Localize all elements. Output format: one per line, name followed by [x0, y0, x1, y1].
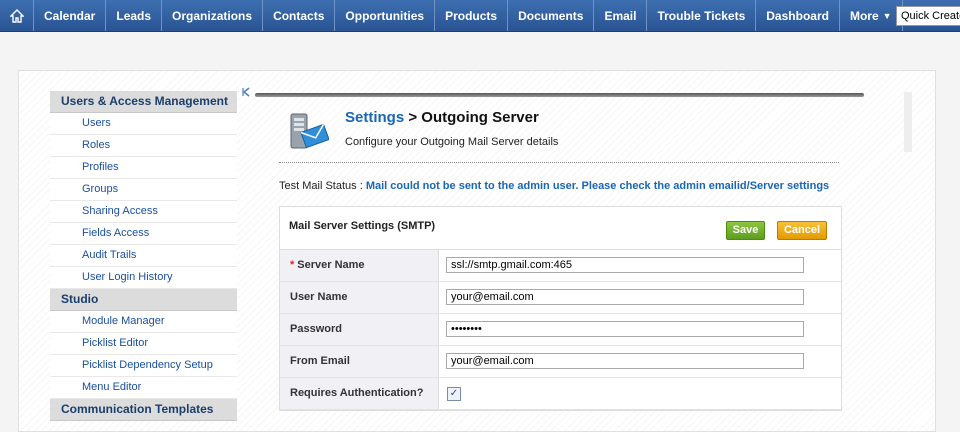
sidebar-heading-users-access[interactable]: Users & Access Management — [50, 91, 237, 113]
sidebar-heading-communication-templates[interactable]: Communication Templates — [50, 399, 237, 421]
save-button[interactable]: Save — [726, 221, 765, 240]
form-heading: Mail Server Settings (SMTP) — [289, 220, 436, 232]
server-name-input[interactable] — [446, 257, 804, 273]
user-name-input[interactable] — [446, 289, 804, 305]
divider — [279, 162, 839, 163]
server-name-row: * Server Name — [280, 250, 841, 282]
nav-documents[interactable]: Documents — [508, 0, 595, 31]
requires-auth-label: Requires Authentication? — [280, 378, 439, 409]
sidebar-item-picklist-editor[interactable]: Picklist Editor — [50, 333, 237, 355]
nav-contacts[interactable]: Contacts — [263, 0, 336, 31]
from-email-input[interactable] — [446, 353, 804, 369]
quick-create-select[interactable]: Quick Create — [896, 6, 960, 26]
from-email-row: From Email — [280, 346, 841, 378]
breadcrumb-separator: > — [404, 109, 422, 126]
nav-leads[interactable]: Leads — [106, 0, 163, 31]
nav-opportunities[interactable]: Opportunities — [335, 0, 436, 31]
server-name-label: * Server Name — [280, 250, 439, 281]
top-nav-bar: Calendar Leads Organizations Contacts Op… — [0, 0, 960, 32]
nav-dashboard[interactable]: Dashboard — [756, 0, 840, 31]
home-button[interactable] — [0, 0, 34, 31]
password-input[interactable] — [446, 321, 804, 337]
requires-auth-checkbox[interactable]: ✓ — [447, 387, 461, 401]
sidebar-item-roles[interactable]: Roles — [50, 135, 237, 157]
sidebar-item-profiles[interactable]: Profiles — [50, 157, 237, 179]
nav-more[interactable]: More ▼ — [840, 0, 903, 31]
test-mail-status: Test Mail Status : Mail could not be sen… — [279, 180, 839, 193]
page-subtitle: Configure your Outgoing Mail Server deta… — [345, 136, 559, 148]
content-top-border — [255, 93, 864, 97]
nav-products[interactable]: Products — [435, 0, 509, 31]
sidebar-item-picklist-dependency[interactable]: Picklist Dependency Setup — [50, 355, 237, 377]
settings-sidebar: Users & Access Management Users Roles Pr… — [50, 91, 237, 421]
password-label: Password — [280, 314, 439, 345]
breadcrumb-current: Outgoing Server — [421, 109, 539, 126]
sidebar-item-users[interactable]: Users — [50, 113, 237, 135]
scrollbar[interactable] — [904, 92, 912, 152]
sidebar-heading-studio[interactable]: Studio — [50, 289, 237, 311]
status-label: Test Mail Status : — [279, 180, 366, 192]
requires-auth-row: Requires Authentication? ✓ — [280, 378, 841, 410]
required-marker: * — [290, 259, 295, 271]
sidebar-item-module-manager[interactable]: Module Manager — [50, 311, 237, 333]
user-name-row: User Name — [280, 282, 841, 314]
sidebar-item-fields-access[interactable]: Fields Access — [50, 223, 237, 245]
sidebar-item-sharing-access[interactable]: Sharing Access — [50, 201, 237, 223]
nav-email[interactable]: Email — [594, 0, 648, 31]
mail-server-settings-form: Mail Server Settings (SMTP) Save Cancel … — [279, 206, 842, 411]
from-email-label: From Email — [280, 346, 439, 377]
sidebar-item-menu-editor[interactable]: Menu Editor — [50, 377, 237, 399]
nav-more-label: More — [849, 8, 879, 23]
home-icon — [9, 8, 24, 23]
server-name-label-text: Server Name — [297, 259, 365, 271]
chevron-down-icon: ▼ — [882, 10, 892, 21]
sidebar-item-audit-trails[interactable]: Audit Trails — [50, 245, 237, 267]
breadcrumb-settings-link[interactable]: Settings — [345, 109, 404, 126]
nav-trouble-tickets[interactable]: Trouble Tickets — [647, 0, 757, 31]
form-header: Mail Server Settings (SMTP) Save Cancel — [280, 207, 841, 250]
user-name-label: User Name — [280, 282, 439, 313]
page-title: Settings > Outgoing Server — [345, 109, 539, 126]
sidebar-item-user-login-history[interactable]: User Login History — [50, 267, 237, 289]
nav-organizations[interactable]: Organizations — [162, 0, 264, 31]
sidebar-item-groups[interactable]: Groups — [50, 179, 237, 201]
cancel-button[interactable]: Cancel — [777, 221, 827, 240]
password-row: Password — [280, 314, 841, 346]
mail-server-icon — [289, 112, 330, 152]
status-message: Mail could not be sent to the admin user… — [365, 180, 830, 192]
collapse-sidebar-icon[interactable] — [241, 87, 251, 97]
nav-calendar[interactable]: Calendar — [34, 0, 107, 31]
